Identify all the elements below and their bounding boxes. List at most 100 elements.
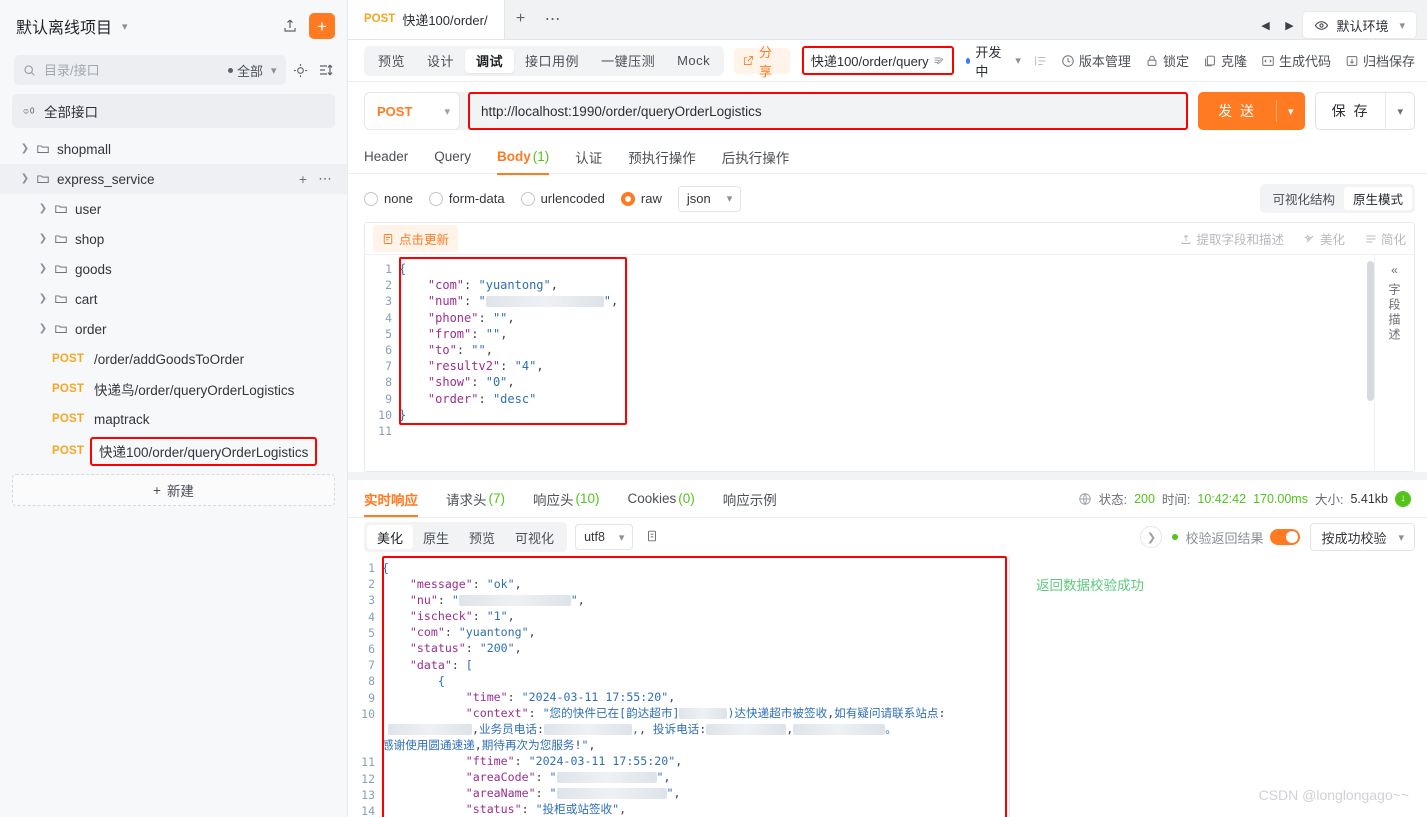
- tab-more-icon[interactable]: ⋯: [537, 0, 569, 39]
- chevron-right-circle-icon[interactable]: ❯: [1140, 526, 1163, 548]
- sidebar-item-all-apis[interactable]: ☺0 全部接口: [12, 94, 335, 128]
- chevron-right-icon[interactable]: ❯: [39, 234, 47, 244]
- double-chevron-left-icon[interactable]: «: [1391, 263, 1398, 277]
- tab-design[interactable]: 设计: [416, 49, 465, 73]
- simplify-button[interactable]: 简化: [1365, 229, 1406, 248]
- response-view-beautify[interactable]: 美化: [367, 525, 414, 549]
- send-button[interactable]: 发 送 ▾: [1198, 92, 1305, 130]
- api-item-add-goods-to-order[interactable]: POST /order/addGoodsToOrder: [0, 344, 347, 374]
- click-update-button[interactable]: 点击更新: [373, 225, 459, 252]
- tree-item-order[interactable]: ❯ order: [0, 314, 347, 344]
- save-button[interactable]: 保 存 ▾: [1314, 92, 1415, 130]
- tab-mock[interactable]: Mock: [666, 49, 721, 73]
- extract-fields-button[interactable]: 提取字段和描述: [1180, 229, 1284, 248]
- chevron-down-icon[interactable]: ▾: [1277, 105, 1305, 118]
- sort-icon[interactable]: [316, 57, 335, 83]
- verify-toggle[interactable]: [1270, 529, 1301, 545]
- response-view-preview[interactable]: 预览: [459, 525, 505, 549]
- editor-body[interactable]: 1 2 3 4 5 6 7 8 9 10 11 { "com": "yuantong", "num"…: [365, 255, 1414, 471]
- request-tab-auth[interactable]: 认证: [575, 140, 602, 174]
- tab-preview[interactable]: 预览: [367, 49, 416, 73]
- api-item-kuaidi100-query[interactable]: POST 快递100/order/queryOrderLogistics: [0, 434, 347, 468]
- request-tab-post-script[interactable]: 后执行操作: [722, 140, 790, 174]
- doc-list-icon[interactable]: [1033, 54, 1047, 68]
- response-tab-request-headers[interactable]: 请求头 (7): [446, 482, 505, 516]
- triangle-right-icon[interactable]: ▶: [1278, 11, 1300, 39]
- ellipsis-icon[interactable]: ⋯: [315, 169, 335, 189]
- api-item-kuaidiniao-query[interactable]: POST 快递鸟/order/queryOrderLogistics: [0, 374, 347, 404]
- search-input[interactable]: [42, 61, 222, 79]
- tree-item-shopmall[interactable]: ❯ shopmall: [0, 134, 347, 164]
- method-selector[interactable]: POST ▾: [364, 92, 460, 130]
- beautify-button[interactable]: 美化: [1304, 229, 1345, 248]
- response-body-code[interactable]: { "message": "ok", "nu": " ", "ischeck": …: [382, 556, 1009, 817]
- body-type-form-data[interactable]: form-data: [428, 191, 505, 206]
- request-tab-pre-script[interactable]: 预执行操作: [628, 140, 696, 174]
- tab-api-cases[interactable]: 接口用例: [514, 49, 590, 73]
- locate-icon[interactable]: [292, 57, 311, 83]
- charset-selector[interactable]: utf8 ▾: [575, 524, 634, 550]
- tree-item-goods[interactable]: ❯ goods: [0, 254, 347, 284]
- editor-scrollbar[interactable]: [1367, 261, 1374, 401]
- download-icon[interactable]: ↓: [1395, 490, 1411, 507]
- chevron-right-icon[interactable]: ❯: [21, 144, 29, 154]
- share-button[interactable]: 分享: [734, 45, 790, 79]
- tree-item-cart[interactable]: ❯ cart: [0, 284, 347, 314]
- tab-debug[interactable]: 调试: [465, 48, 515, 73]
- add-new-button[interactable]: +: [309, 13, 335, 39]
- request-tab-body[interactable]: Body (1): [497, 140, 550, 175]
- copy-icon[interactable]: [645, 529, 659, 546]
- new-item-button[interactable]: + 新建: [12, 474, 335, 506]
- tree-item-user[interactable]: ❯ user: [0, 194, 347, 224]
- response-code-area[interactable]: 1 2 3 4 5 6 7 8 9 10 11 12 13 14 { "message": "ok", "…: [348, 556, 1009, 817]
- search-box[interactable]: 全部 ▾: [14, 55, 286, 85]
- body-view-structured[interactable]: 可视化结构: [1263, 187, 1344, 210]
- triangle-left-icon[interactable]: ◀: [1254, 11, 1276, 39]
- request-body-code[interactable]: { "com": "yuantong", "num": " ", "phone":…: [399, 255, 1374, 471]
- response-tab-response-headers[interactable]: 响应头 (10): [533, 482, 600, 516]
- response-tab-cookies[interactable]: Cookies (0): [628, 482, 695, 516]
- body-type-raw[interactable]: raw: [620, 191, 662, 206]
- response-tab-realtime[interactable]: 实时响应: [364, 482, 418, 517]
- add-tab-icon[interactable]: +: [505, 0, 537, 39]
- chevron-right-icon[interactable]: ❯: [39, 264, 47, 274]
- archive-button[interactable]: 归档保存: [1345, 51, 1415, 70]
- response-tab-examples[interactable]: 响应示例: [723, 482, 777, 516]
- api-item-maptrack[interactable]: POST maptrack: [0, 404, 347, 434]
- chevron-right-icon[interactable]: ❯: [39, 294, 47, 304]
- verify-mode-selector[interactable]: 按成功校验 ▾: [1310, 523, 1415, 551]
- method-value: POST: [377, 103, 413, 119]
- body-type-urlencoded[interactable]: urlencoded: [520, 191, 605, 206]
- body-type-none[interactable]: none: [364, 191, 413, 206]
- add-child-icon[interactable]: +: [293, 169, 313, 189]
- scope-filter[interactable]: 全部 ▾: [228, 61, 277, 80]
- lock-button[interactable]: 锁定: [1145, 51, 1189, 70]
- body-view-raw[interactable]: 原生模式: [1343, 187, 1412, 210]
- generate-code-button[interactable]: 生成代码: [1261, 51, 1331, 70]
- tree-item-express-service[interactable]: ❯ express_service + ⋯: [0, 164, 347, 194]
- tree-item-shop[interactable]: ❯ shop: [0, 224, 347, 254]
- response-view-raw[interactable]: 原生: [413, 525, 459, 549]
- clone-button[interactable]: 克隆: [1203, 51, 1247, 70]
- response-view-visual[interactable]: 可视化: [505, 525, 564, 549]
- chevron-down-icon[interactable]: ▾: [1386, 105, 1414, 118]
- tree-item-label: cart: [75, 291, 98, 307]
- environment-selector[interactable]: 默认环境 ▾: [1302, 11, 1417, 39]
- chevron-down-icon[interactable]: ▾: [122, 20, 128, 33]
- api-name-field[interactable]: 快递100/order/query: [801, 46, 954, 75]
- request-tab-query[interactable]: Query: [434, 140, 471, 174]
- upload-icon[interactable]: [277, 13, 303, 39]
- chevron-down-icon[interactable]: ❯: [39, 324, 47, 334]
- api-status-selector[interactable]: 开发中 ▾: [965, 42, 1021, 80]
- field-description-panel[interactable]: « 字段描述: [1374, 255, 1414, 471]
- project-name[interactable]: 默认离线项目: [16, 14, 112, 38]
- url-input[interactable]: [479, 102, 1178, 120]
- request-tab-header[interactable]: Header: [364, 140, 408, 174]
- version-management-button[interactable]: 版本管理: [1061, 51, 1131, 70]
- url-input-highlight[interactable]: [468, 92, 1189, 130]
- chevron-down-icon[interactable]: ❯: [21, 174, 29, 184]
- raw-format-selector[interactable]: json ▾: [677, 185, 742, 212]
- tab-kuaidi100-order[interactable]: POST 快递100/order/: [348, 0, 505, 39]
- tab-stress-test[interactable]: 一键压测: [590, 49, 666, 73]
- chevron-right-icon[interactable]: ❯: [39, 204, 47, 214]
